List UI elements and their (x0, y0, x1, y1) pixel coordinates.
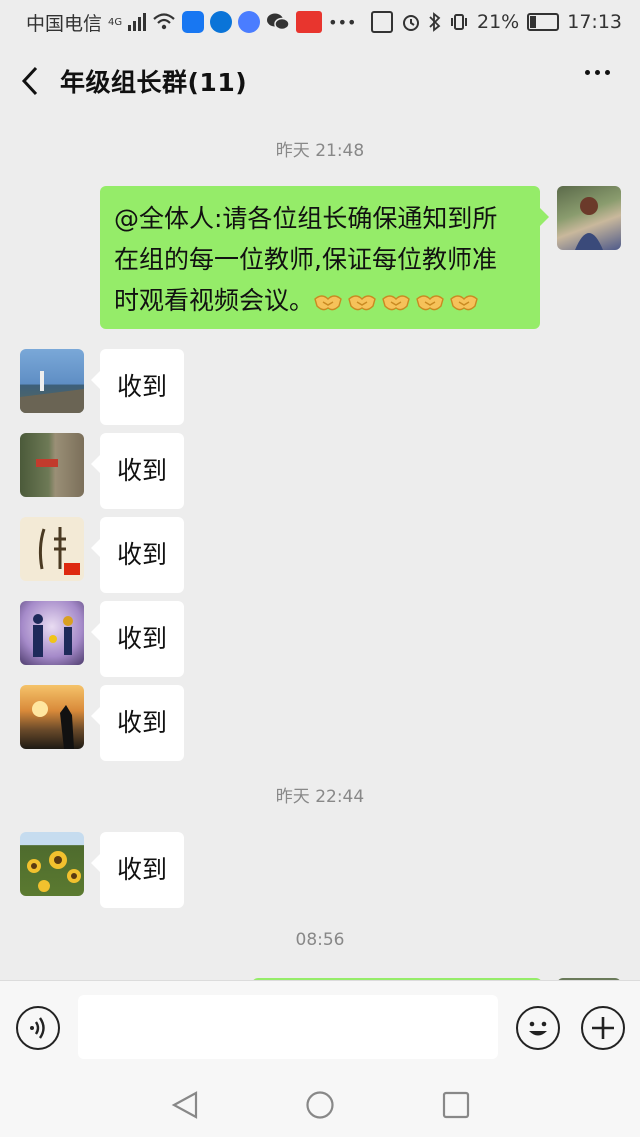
battery-percent: 21% (477, 11, 520, 33)
message-line: @全体人:请各位组长确保通知到所 (114, 204, 498, 233)
handshake-emoji-icon (348, 295, 376, 311)
handshake-emoji-icon (416, 295, 444, 311)
chevron-left-icon (21, 66, 38, 96)
family-silhouette-avatar[interactable] (20, 601, 84, 665)
message-text: 收到 (117, 540, 168, 569)
emoji-icon (529, 1021, 547, 1036)
emoji-button[interactable] (516, 1006, 560, 1050)
received-message-bubble[interactable]: 收到 (90, 601, 185, 677)
message-text: 收到 (117, 456, 168, 485)
signal-icon (128, 13, 147, 31)
timestamp: 昨天 21:48 (275, 141, 365, 161)
message-line: 时观看视频会议。 (114, 280, 526, 321)
nav-recent-apps-icon[interactable] (441, 1090, 471, 1120)
received-message-bubble[interactable]: 收到 (90, 832, 185, 908)
status-left: 中国电信 4G ••• (0, 9, 356, 36)
message-line: 在组的每一位教师,保证每位教师准 (114, 245, 497, 274)
toutiao-app-icon (296, 11, 323, 33)
nav-back-icon[interactable] (170, 1090, 200, 1120)
timestamp: 昨天 22:44 (275, 787, 365, 807)
status-right: 21% 17:13 (371, 11, 640, 33)
lighthouse-avatar[interactable] (20, 349, 84, 413)
message-text: 收到 (117, 372, 168, 401)
wheat-calligraphy-avatar[interactable] (20, 517, 84, 581)
chat-header: 年级组长群(11) (0, 44, 640, 118)
chat-title: 年级组长群(11) (60, 68, 248, 97)
more-options-button[interactable] (585, 70, 610, 75)
handshake-emoji-group (314, 286, 484, 315)
message-text: 收到 (117, 624, 168, 653)
status-bar: 中国电信 4G ••• 21% 17:13 (0, 0, 640, 44)
received-message-bubble[interactable]: 收到 (90, 685, 185, 761)
my-avatar[interactable] (557, 186, 621, 250)
wechat-icon (267, 13, 290, 31)
message-text: 收到 (117, 855, 168, 884)
handshake-emoji-icon (382, 295, 410, 311)
more-notifications-icon: ••• (328, 12, 357, 32)
app-notification-icon (182, 11, 205, 33)
more-dots-icon (585, 70, 590, 75)
message-text: 收到 (117, 708, 168, 737)
plus-icon (592, 1017, 614, 1039)
handshake-emoji-icon (450, 295, 478, 311)
bluetooth-icon (429, 12, 441, 32)
handshake-emoji-icon (314, 295, 342, 311)
input-bar (0, 980, 640, 1077)
music-app-icon (238, 11, 261, 33)
app-notification-icon (210, 11, 233, 33)
timestamp: 08:56 (295, 930, 345, 950)
battery-icon (527, 13, 560, 31)
received-message-bubble[interactable]: 收到 (90, 349, 185, 425)
nav-home-icon[interactable] (305, 1090, 335, 1120)
message-line-text: 时观看视频会议。 (114, 286, 315, 315)
message-list[interactable]: 昨天 21:48 @全体人:请各位组长确保通知到所 在组的每一位教师,保证每位教… (0, 118, 640, 980)
tree-trunk-avatar[interactable] (20, 433, 84, 497)
wifi-icon (153, 13, 175, 30)
alarm-icon (403, 15, 419, 31)
nfc-icon (371, 11, 393, 33)
received-message-bubble[interactable]: 收到 (90, 517, 185, 593)
sent-message-bubble[interactable]: @全体人:请各位组长确保通知到所 在组的每一位教师,保证每位教师准 时观看视频会… (100, 186, 549, 329)
back-button[interactable] (0, 44, 60, 118)
clock: 17:13 (567, 11, 622, 33)
voice-button[interactable] (16, 1006, 60, 1050)
plus-button[interactable] (581, 1006, 625, 1050)
sunset-silhouette-avatar[interactable] (20, 685, 84, 749)
sunflower-field-avatar[interactable] (20, 832, 84, 896)
network-type: 4G (108, 16, 123, 28)
voice-icon (30, 1017, 45, 1039)
received-message-bubble[interactable]: 收到 (90, 433, 185, 509)
carrier-name: 中国电信 (26, 12, 103, 35)
system-navigation-bar (0, 1076, 640, 1137)
vibrate-icon (451, 14, 467, 30)
message-input[interactable] (78, 995, 498, 1059)
